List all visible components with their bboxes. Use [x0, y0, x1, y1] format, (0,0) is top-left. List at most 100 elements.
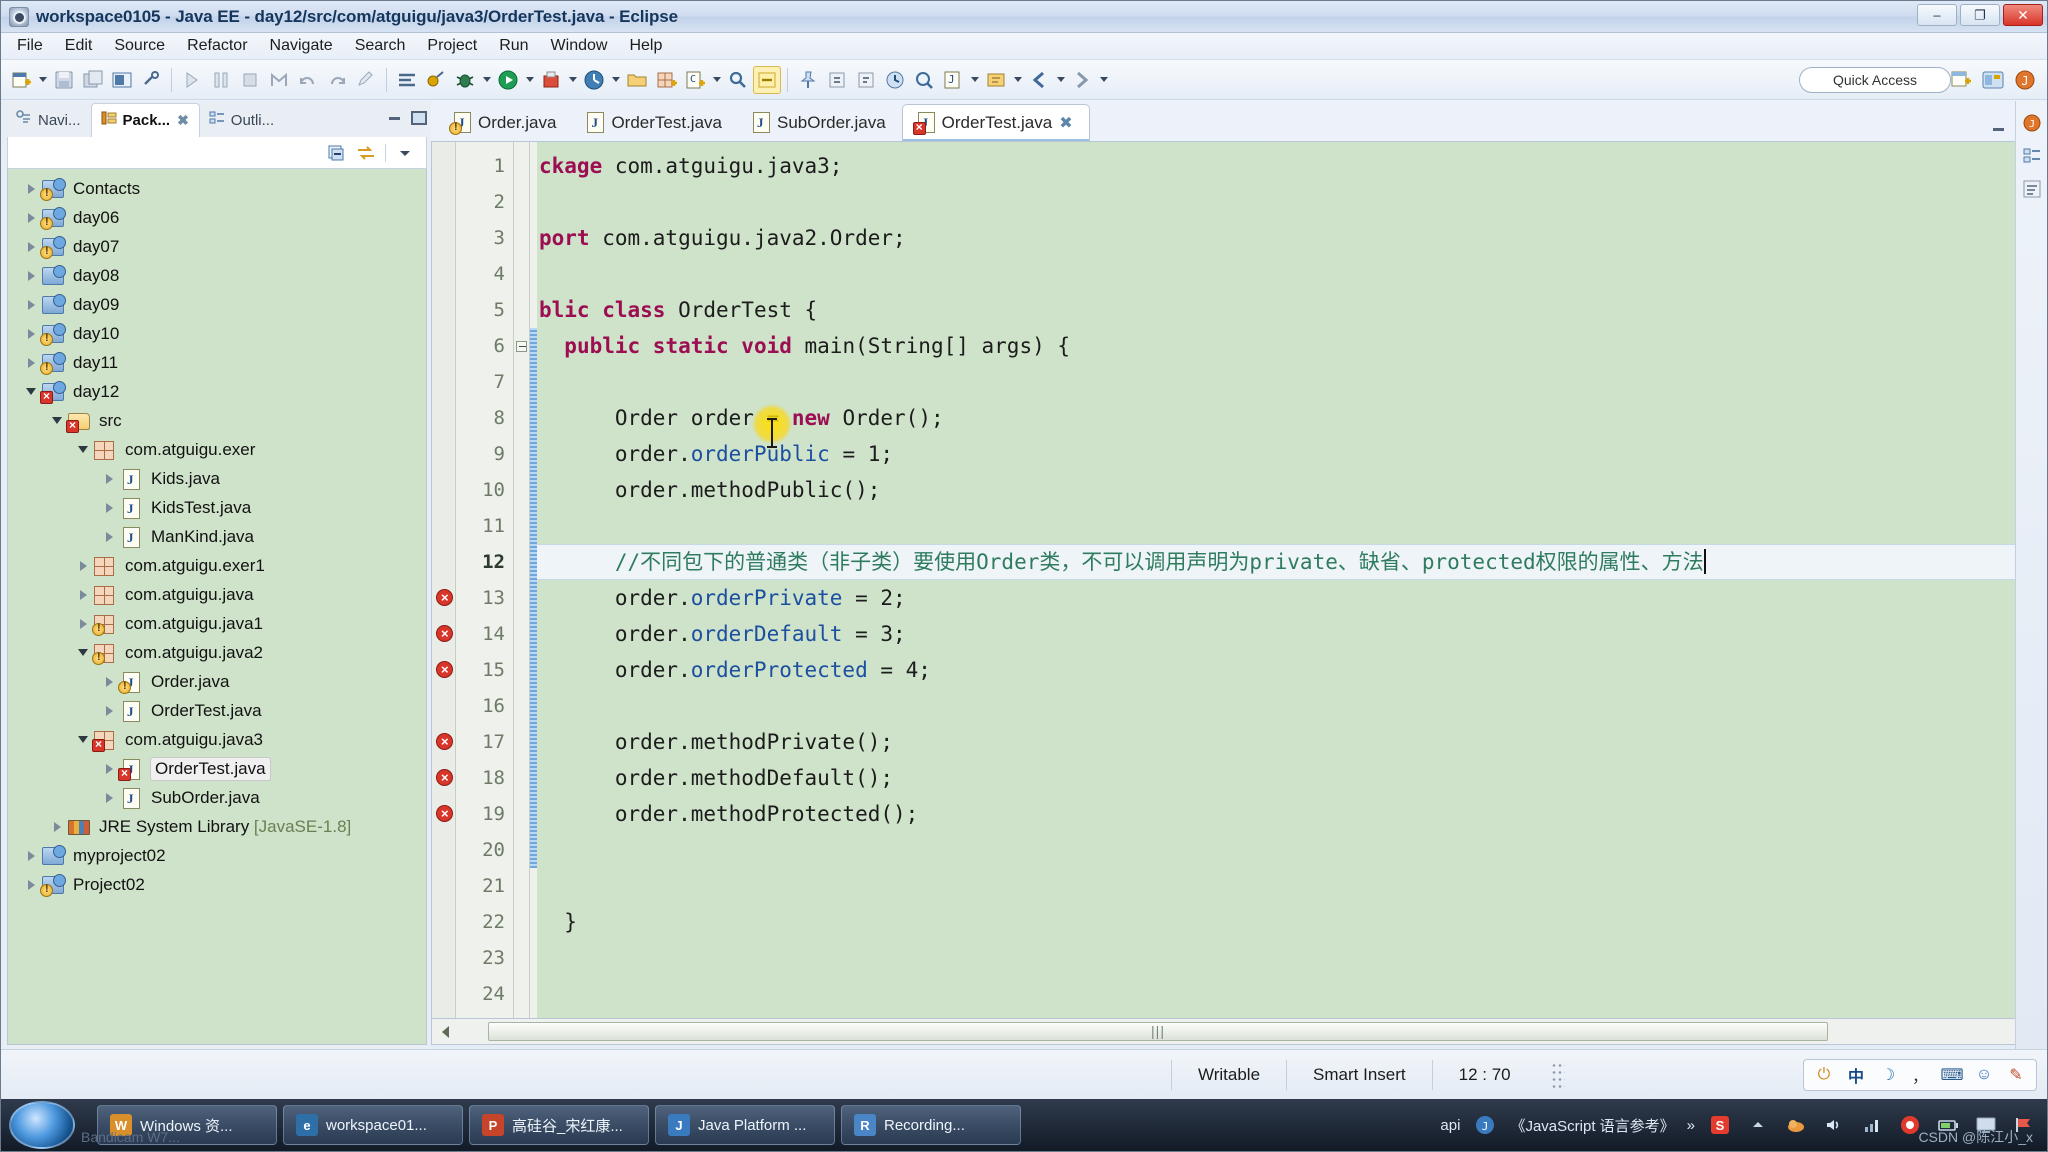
new-wizard-icon[interactable] — [7, 66, 35, 94]
tree-item[interactable]: com.atguigu.exer1 — [8, 551, 426, 580]
view-tab-outli[interactable]: Outli... — [200, 104, 284, 137]
code-line[interactable] — [537, 976, 2042, 1012]
error-marker-icon[interactable] — [436, 589, 453, 606]
ime-keyboard-icon[interactable]: ⌨ — [1940, 1063, 1964, 1087]
code-line[interactable]: port com.atguigu.java2.Order; — [537, 220, 2042, 256]
tree-item[interactable]: SubOrder.java — [8, 783, 426, 812]
redo-icon[interactable] — [323, 66, 351, 94]
open-type-icon[interactable]: J — [939, 66, 967, 94]
collapse-arrow-icon[interactable] — [20, 388, 42, 395]
java-ee-perspective-icon[interactable] — [1979, 66, 2007, 94]
terminate-icon[interactable] — [236, 66, 264, 94]
next-annotation-icon[interactable] — [823, 66, 851, 94]
ime-language-label[interactable]: 中 — [1844, 1063, 1868, 1087]
tree-item[interactable]: day07 — [8, 232, 426, 261]
undo-icon[interactable] — [294, 66, 322, 94]
expand-arrow-icon[interactable] — [20, 271, 42, 281]
new-class-dropdown-arrow[interactable] — [710, 66, 723, 94]
expand-arrow-icon[interactable] — [46, 822, 68, 832]
view-tab-close-icon[interactable]: ✖ — [177, 112, 189, 129]
link-break-icon[interactable] — [137, 66, 165, 94]
tree-item[interactable]: com.atguigu.java2 — [8, 638, 426, 667]
tree-item[interactable]: day08 — [8, 261, 426, 290]
step-over-icon[interactable] — [207, 66, 235, 94]
error-marker-icon[interactable] — [436, 661, 453, 678]
expand-arrow-icon[interactable] — [98, 706, 120, 716]
build-icon[interactable] — [265, 66, 293, 94]
code-line[interactable]: order.methodPublic(); — [537, 472, 2042, 508]
back-icon[interactable] — [1025, 66, 1053, 94]
minimize-editor-icon[interactable] — [1991, 120, 2007, 134]
expand-arrow-icon[interactable] — [20, 851, 42, 861]
minimize-panel-icon[interactable] — [387, 109, 403, 123]
tree-item[interactable]: Contacts — [8, 174, 426, 203]
editor-horizontal-scrollbar[interactable]: ||| — [431, 1019, 2043, 1045]
collapse-arrow-icon[interactable] — [72, 446, 94, 453]
error-marker-icon[interactable] — [436, 805, 453, 822]
step-into-icon[interactable] — [178, 66, 206, 94]
code-line[interactable] — [537, 940, 2042, 976]
menu-file[interactable]: File — [7, 34, 53, 58]
save-all-icon[interactable] — [79, 66, 107, 94]
tray-chevron-icon[interactable]: » — [1687, 1117, 1695, 1134]
ime-pill[interactable]: ⏻ 中 ☽ ， ⌨ ☺ ✎ — [1803, 1058, 2037, 1091]
tree-item[interactable]: Order.java — [8, 667, 426, 696]
tree-item[interactable]: day09 — [8, 290, 426, 319]
code-line[interactable]: order.orderPrivate = 2; — [537, 580, 2042, 616]
search-icon[interactable] — [724, 66, 752, 94]
error-marker-icon[interactable] — [436, 733, 453, 750]
horizontal-scroll-thumb[interactable]: ||| — [488, 1021, 1828, 1041]
collapse-all-icon[interactable] — [325, 142, 347, 164]
forward-dropdown-arrow[interactable] — [1097, 66, 1110, 94]
error-marker-icon[interactable] — [436, 769, 453, 786]
maximize-panel-icon[interactable] — [409, 109, 427, 125]
new-wizard-dropdown-arrow[interactable] — [36, 66, 49, 94]
search-ref-icon[interactable] — [910, 66, 938, 94]
expand-arrow-icon[interactable] — [98, 503, 120, 513]
cloud-icon[interactable] — [1783, 1112, 1809, 1138]
up-chevron-icon[interactable] — [1745, 1112, 1771, 1138]
code-line[interactable]: } — [537, 904, 2042, 940]
tray-book-label[interactable]: 《JavaScript 语言参考》 — [1510, 1115, 1674, 1136]
tree-item[interactable]: Kids.java — [8, 464, 426, 493]
code-line[interactable]: order.methodProtected(); — [537, 796, 2042, 832]
menu-refactor[interactable]: Refactor — [177, 34, 257, 58]
code-line[interactable] — [537, 832, 2042, 868]
code-line[interactable]: //不同包下的普通类（非子类）要使用Order类，不可以调用声明为private… — [537, 544, 2042, 580]
new-class-icon[interactable]: C — [681, 66, 709, 94]
tree-item[interactable]: KidsTest.java — [8, 493, 426, 522]
editor-tab-1[interactable]: OrderTest.java — [572, 105, 738, 141]
menu-window[interactable]: Window — [541, 34, 618, 58]
taskbar-button-1[interactable]: e workspace01... — [283, 1105, 463, 1145]
expand-arrow-icon[interactable] — [98, 532, 120, 542]
new-package-icon[interactable] — [652, 66, 680, 94]
tree-item[interactable]: com.atguigu.java1 — [8, 609, 426, 638]
expand-arrow-icon[interactable] — [72, 619, 94, 629]
code-editor[interactable]: 123456789101112131415161718192021222324 … — [431, 141, 2043, 1019]
tree-item[interactable]: day12 — [8, 377, 426, 406]
ime-power-icon[interactable]: ⏻ — [1812, 1063, 1836, 1087]
expand-arrow-icon[interactable] — [20, 329, 42, 339]
expand-arrow-icon[interactable] — [98, 764, 120, 774]
horizontal-scroll-track[interactable]: ||| — [458, 1020, 2016, 1044]
code-line[interactable]: ckage com.atguigu.java3; — [537, 148, 2042, 184]
task-list-icon[interactable] — [2020, 177, 2044, 201]
code-line[interactable]: order.orderProtected = 4; — [537, 652, 2042, 688]
tree-item[interactable]: JRE System Library [JavaSE-1.8] — [8, 812, 426, 841]
expand-arrow-icon[interactable] — [98, 474, 120, 484]
code-line[interactable]: public static void main(String[] args) { — [537, 328, 2042, 364]
pin-icon[interactable] — [794, 66, 822, 94]
coverage-icon[interactable] — [537, 66, 565, 94]
code-line[interactable] — [537, 184, 2042, 220]
expand-arrow-icon[interactable] — [20, 300, 42, 310]
status-resize-grip[interactable] — [1550, 1061, 1565, 1088]
code-line[interactable]: order.methodDefault(); — [537, 760, 2042, 796]
expand-arrow-icon[interactable] — [72, 590, 94, 600]
menu-run[interactable]: Run — [489, 34, 538, 58]
debug-dropdown-arrow[interactable] — [480, 66, 493, 94]
new-perspective-icon[interactable] — [1947, 66, 1975, 94]
view-tab-pack[interactable]: Pack... ✖ — [90, 103, 200, 137]
expand-arrow-icon[interactable] — [20, 358, 42, 368]
tree-item[interactable]: day06 — [8, 203, 426, 232]
error-marker-icon[interactable] — [436, 625, 453, 642]
